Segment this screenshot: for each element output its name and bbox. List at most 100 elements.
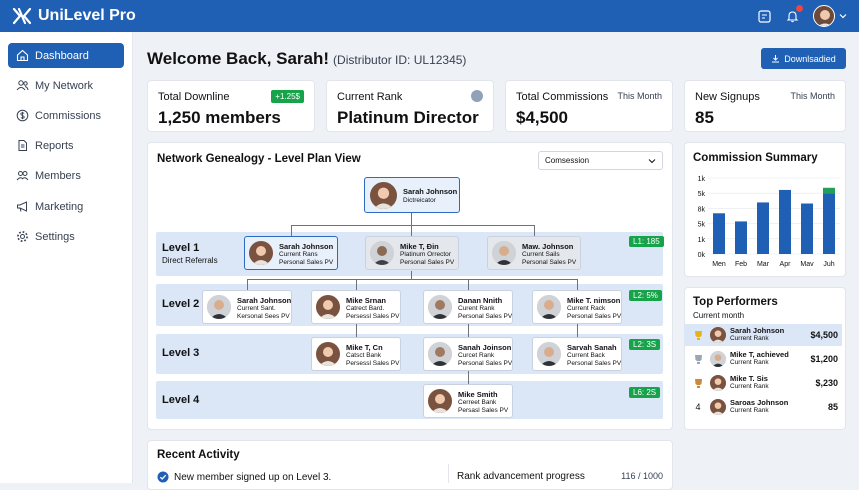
avatar xyxy=(710,351,726,367)
bar[interactable] xyxy=(713,213,725,254)
performer-rank: Current Rank xyxy=(730,359,769,366)
x-tick-label: Feb xyxy=(735,261,747,268)
level-band-4 xyxy=(156,381,663,419)
sidebar-item-my-network[interactable]: My Network xyxy=(8,73,124,98)
y-tick-label: 5k xyxy=(698,191,706,198)
bar[interactable] xyxy=(757,202,769,254)
bar[interactable] xyxy=(823,193,835,254)
stat-value: Platinum Director xyxy=(337,108,479,127)
connector-line xyxy=(411,213,412,225)
node-rank: Curcet Rank xyxy=(458,352,495,359)
node-name: Mike T, Đin xyxy=(400,242,439,251)
node-name: Maw. Johnson xyxy=(522,242,574,251)
genealogy-node[interactable]: Maw. Johnson Current Sails Personal Sale… xyxy=(487,236,581,270)
node-rank: Curent Rank xyxy=(458,305,495,312)
connector-line xyxy=(577,279,578,290)
help-icon[interactable] xyxy=(757,9,771,23)
app-name: UniLevel Pro xyxy=(38,7,136,24)
view-select[interactable]: Comsession xyxy=(538,151,663,170)
download-button[interactable]: Downlsadied xyxy=(761,48,846,69)
genealogy-node[interactable]: Mike Smith Cerreet Bank Persasl Sales PV xyxy=(423,384,513,418)
sidebar-item-dashboard[interactable]: Dashboard xyxy=(8,43,124,68)
node-name: Mike Smith xyxy=(458,390,498,399)
genealogy-node[interactable]: Danan Nnith Curent Rank Personal Sales P… xyxy=(423,290,513,324)
rank-badge-icon xyxy=(471,90,483,102)
bar[interactable] xyxy=(801,203,813,254)
home-icon xyxy=(16,49,29,62)
performer-row[interactable]: Sarah Johnson Current Rank $4,500 xyxy=(684,324,842,346)
node-name: Mike Srnan xyxy=(346,296,387,305)
sidebar xyxy=(0,32,133,483)
sidebar-item-label: Members xyxy=(35,169,81,182)
chevron-down-icon xyxy=(648,159,656,164)
node-sales: Persessl Sales PV xyxy=(346,313,400,320)
bell-icon[interactable] xyxy=(785,5,803,23)
node-name: Sanah Joinson xyxy=(458,343,512,352)
stat-card-current-rank: Current Rank Platinum Director xyxy=(326,80,494,132)
sidebar-item-members[interactable]: Members xyxy=(8,163,124,188)
node-rank: Catsct Bank xyxy=(346,352,382,359)
stat-label: Total Downline xyxy=(158,91,230,103)
check-circle-icon xyxy=(157,471,169,483)
bar-stack-top[interactable] xyxy=(823,187,835,194)
select-value: Comsession xyxy=(545,156,590,165)
genealogy-node[interactable]: Mike Srnan Catrect Bard. Persessl Sales … xyxy=(311,290,401,324)
node-name: Danan Nnith xyxy=(458,296,503,305)
genealogy-node[interactable]: Sarah Johnson Current Rans Personal Sale… xyxy=(244,236,338,270)
sidebar-item-commissions[interactable]: Commissions xyxy=(8,103,124,128)
silver-trophy-icon xyxy=(692,353,704,365)
download-label: Downlsadied xyxy=(784,53,836,64)
genealogy-node[interactable]: Mike T, Cn Catsct Bank Persessl Sales PV xyxy=(311,337,401,371)
performer-name: Mike T, achieved xyxy=(730,350,789,359)
connector-line xyxy=(291,225,292,236)
node-name: Sarvah Sanah xyxy=(567,343,617,352)
genealogy-node-root[interactable]: Sarah Johnson Dictreicator xyxy=(364,177,460,213)
gear-icon xyxy=(17,231,28,242)
sidebar-item-label: Marketing xyxy=(35,200,84,213)
recent-activity-title: Recent Activity xyxy=(157,449,240,461)
sidebar-item-marketing[interactable]: Marketing xyxy=(8,194,124,219)
logo-icon xyxy=(12,7,32,25)
node-sales: Personal Sales PV xyxy=(400,259,455,266)
performer-row[interactable]: Mike T. Sis Current Rank $,230 xyxy=(684,372,842,394)
top-bar: UniLevel Pro xyxy=(0,0,859,32)
node-sales: Personal Sales PV xyxy=(279,259,334,266)
node-rank: Dictreicator xyxy=(403,197,436,204)
sidebar-item-settings[interactable]: Settings xyxy=(8,224,124,249)
level-pill: L6: 2S xyxy=(629,387,661,398)
avatar xyxy=(710,399,726,415)
performer-value: 85 xyxy=(827,402,838,412)
activity-item[interactable]: New member signed up on Level 3. xyxy=(157,471,331,483)
node-rank: Current Rack xyxy=(567,305,606,312)
user-menu[interactable] xyxy=(813,5,847,27)
performer-rank: Current Rank xyxy=(730,383,769,390)
bar[interactable] xyxy=(779,189,791,254)
connector-line xyxy=(247,279,248,290)
app-logo[interactable]: UniLevel Pro xyxy=(12,6,136,26)
node-rank: Current Rans xyxy=(279,251,318,258)
stat-card-new-signups: New Signups This Month 85 xyxy=(684,80,846,132)
level-label: Level 2 xyxy=(162,298,200,310)
genealogy-node[interactable]: Sanah Joinson Curcet Rank Personal Sales… xyxy=(423,337,513,371)
genealogy-node[interactable]: Mike T, Đin Platinum Orrector Personal S… xyxy=(365,236,459,270)
performer-value: $1,200 xyxy=(810,354,838,364)
performer-row[interactable]: 4 Saroas Johnson Current Rank 85 xyxy=(684,396,842,418)
bronze-trophy-icon xyxy=(692,377,704,389)
avatar xyxy=(428,389,452,413)
stat-label: New Signups xyxy=(695,91,760,103)
bar[interactable] xyxy=(735,221,747,254)
genealogy-node[interactable]: Sarah Johnson Current Sant. Kersonal See… xyxy=(202,290,292,324)
genealogy-node[interactable]: Sarvah Sanah Current Back Personal Sales… xyxy=(532,337,622,371)
welcome-text: Welcome Back, Sarah! xyxy=(147,49,330,68)
performer-rank: Current Rank xyxy=(730,335,769,342)
avatar xyxy=(370,241,394,265)
genealogy-node[interactable]: Mike T. nimson Current Rack Personal Sal… xyxy=(532,290,622,324)
node-sales: Persessl Sales PV xyxy=(346,360,400,367)
sidebar-item-reports[interactable]: Reports xyxy=(8,133,124,158)
node-rank: Current Sails xyxy=(522,251,560,258)
connector-line xyxy=(534,225,535,236)
progress-label: Rank advancement progress xyxy=(457,471,585,482)
gold-trophy-icon xyxy=(692,329,704,341)
y-tick-label: 0k xyxy=(698,252,706,259)
performer-row[interactable]: Mike T, achieved Current Rank $1,200 xyxy=(684,348,842,370)
